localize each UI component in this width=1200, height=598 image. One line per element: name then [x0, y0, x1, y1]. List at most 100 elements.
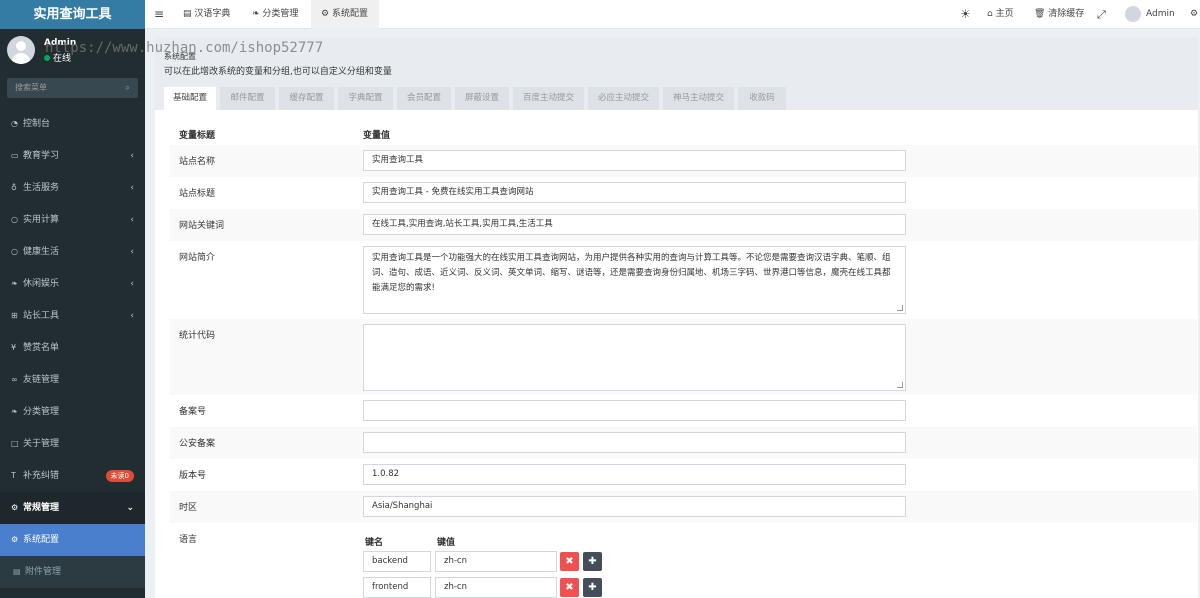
file-icon: ▤ — [13, 567, 21, 576]
tab-block[interactable]: 屏蔽设置 — [455, 87, 509, 110]
app-logo[interactable]: 实用查询工具 — [0, 0, 145, 29]
sidebar-item-label: 站长工具 — [23, 311, 60, 321]
table-row: 网站简介 实用查询工具是一个功能强大的在线实用工具查询网站，为用户提供各种实用的… — [170, 241, 1197, 319]
unread-badge: 未读0 — [105, 470, 134, 482]
search-input[interactable]: 搜索菜单 ⌕ — [7, 78, 138, 98]
circle-icon: ○ — [11, 215, 18, 224]
sidebar-item-general[interactable]: ⚙ 常规管理 ⌄ — [0, 492, 145, 524]
sidebar-item-life-service[interactable]: ♁ 生活服务 ‹ — [0, 172, 145, 204]
row-label: 站点名称 — [179, 157, 216, 167]
avatar — [7, 36, 35, 64]
sidebar-item-corrections[interactable]: T 补充纠错 未读0 — [0, 460, 145, 492]
sidebar-item-webmaster[interactable]: ⊞ 站长工具 ‹ — [0, 300, 145, 332]
sidebar-item-system-config[interactable]: ⚙ 系统配置 — [0, 524, 145, 556]
top-navbar: ≡ ▤ 汉语字典 ❧ 分类管理 ⚙ 系统配置 ☀ ⌂ 主页 🗑 清除缓存 ⤢ A… — [145, 0, 1200, 29]
table-row: 时区 Asia/Shanghai — [170, 491, 1197, 523]
clear-cache-button[interactable]: 🗑 清除缓存 — [1034, 0, 1084, 29]
beian-input[interactable] — [363, 400, 906, 421]
stat-code-textarea[interactable] — [363, 324, 906, 391]
police-beian-input[interactable] — [363, 432, 906, 453]
sidebar-item-label: 教育学习 — [23, 151, 60, 161]
table-row: 版本号 1.0.82 — [170, 459, 1197, 491]
sidebar-item-links[interactable]: ∞ 友链管理 — [0, 364, 145, 396]
tab-label: 汉语字典 — [194, 9, 231, 19]
sidebar-item-calc[interactable]: ○ 实用计算 ‹ — [0, 204, 145, 236]
chevron-left-icon: ‹ — [130, 279, 134, 289]
flask-icon: ♁ — [11, 183, 17, 192]
monitor-icon: ▭ — [11, 151, 19, 160]
sidebar-item-label: 关于管理 — [23, 439, 60, 449]
tab-cache[interactable]: 缓存配置 — [279, 87, 334, 110]
lang-key-input[interactable]: frontend — [363, 577, 431, 598]
table-row: 站点名称 实用查询工具 — [170, 145, 1197, 177]
row-label: 版本号 — [179, 471, 207, 481]
drag-row-button[interactable]: ✚ — [583, 552, 602, 571]
timezone-input[interactable]: Asia/Shanghai — [363, 496, 906, 517]
chevron-down-icon: ⌄ — [126, 503, 134, 513]
sidebar-item-category[interactable]: ❧ 分类管理 — [0, 396, 145, 428]
drag-row-button[interactable]: ✚ — [583, 578, 602, 597]
row-label: 备案号 — [179, 407, 207, 417]
sidebar-item-label: 友链管理 — [23, 375, 60, 385]
keywords-input[interactable]: 在线工具,实用查询,站长工具,实用工具,生活工具 — [363, 214, 906, 235]
watermark: https://www.huzhan.com/ishop52777 — [45, 40, 324, 56]
chevron-left-icon: ‹ — [130, 247, 134, 257]
row-label: 公安备案 — [179, 439, 216, 449]
tab-dict[interactable]: 字典配置 — [338, 87, 393, 110]
settings-icon[interactable]: ⚙ — [1190, 0, 1198, 29]
sidebar-item-label: 赞赏名单 — [23, 343, 60, 353]
column-header-value: 变量值 — [363, 131, 391, 141]
tab-baidu-push[interactable]: 百度主动提交 — [513, 87, 584, 110]
version-input[interactable]: 1.0.82 — [363, 464, 906, 485]
resize-handle-icon[interactable] — [897, 305, 903, 311]
lang-value-input[interactable]: zh-cn — [435, 551, 557, 572]
link-icon: ∞ — [11, 375, 18, 384]
sidebar-item-education[interactable]: ▭ 教育学习 ‹ — [0, 140, 145, 172]
sidebar-item-donors[interactable]: ¥ 赞赏名单 — [0, 332, 145, 364]
lang-value-input[interactable]: zh-cn — [435, 577, 557, 598]
tab-member[interactable]: 会员配置 — [397, 87, 451, 110]
sidebar-item-health[interactable]: ○ 健康生活 ‹ — [0, 236, 145, 268]
sidebar-item-label: 休闲娱乐 — [23, 279, 60, 289]
remove-row-button[interactable]: ✖ — [560, 578, 579, 597]
main-content: 系统配置 可以在此增改系统的变量和分组,也可以自定义分组和变量 基础配置 邮件配… — [145, 29, 1200, 598]
sidebar-item-leisure[interactable]: ❧ 休闲娱乐 ‹ — [0, 268, 145, 300]
tab-basic[interactable]: 基础配置 — [164, 87, 216, 110]
tab-bing-push[interactable]: 必应主动提交 — [588, 87, 659, 110]
resize-handle-icon[interactable] — [897, 382, 903, 388]
gear-icon: ⚙ — [321, 9, 332, 19]
theme-toggle-icon[interactable]: ☀ — [960, 0, 971, 29]
tab-label: 系统配置 — [331, 9, 368, 19]
site-name-input[interactable]: 实用查询工具 — [363, 150, 906, 171]
leaf-icon: ❧ — [252, 9, 263, 19]
table-row: 网站关键词 在线工具,实用查询,站长工具,实用工具,生活工具 — [170, 209, 1197, 241]
menu-toggle-icon[interactable]: ≡ — [154, 0, 164, 29]
home-link[interactable]: ⌂ 主页 — [987, 0, 1014, 29]
sidebar-item-attachments[interactable]: ▤ 附件管理 — [0, 556, 145, 588]
sidebar-item-about[interactable]: □ 关于管理 — [0, 428, 145, 460]
sidebar-item-dashboard[interactable]: ◔ 控制台 — [0, 108, 145, 140]
tab-dictionary[interactable]: ▤ 汉语字典 — [173, 0, 240, 29]
table-row: 站点标题 实用查询工具 - 免费在线实用工具查询网站 — [170, 177, 1197, 209]
lang-key-input[interactable]: backend — [363, 551, 431, 572]
remove-row-button[interactable]: ✖ — [560, 552, 579, 571]
home-icon: ⌂ — [987, 9, 996, 19]
tab-payment-code[interactable]: 收款码 — [738, 87, 786, 110]
config-panel: 系统配置 可以在此增改系统的变量和分组,也可以自定义分组和变量 基础配置 邮件配… — [155, 37, 1198, 598]
site-title-input[interactable]: 实用查询工具 - 免费在线实用工具查询网站 — [363, 182, 906, 203]
user-menu[interactable]: Admin — [1125, 0, 1175, 29]
sidebar-item-label: 补充纠错 — [23, 471, 60, 481]
tab-label: 分类管理 — [262, 9, 299, 19]
tab-system-config[interactable]: ⚙ 系统配置 — [311, 0, 379, 29]
user-menu-label: Admin — [1146, 9, 1175, 19]
column-header-title: 变量标题 — [179, 131, 216, 141]
search-icon[interactable]: ⌕ — [126, 78, 130, 98]
tab-mail[interactable]: 邮件配置 — [220, 87, 275, 110]
tab-shenma-push[interactable]: 神马主动提交 — [663, 87, 734, 110]
intro-text: 实用查询工具是一个功能强大的在线实用工具查询网站，为用户提供各种实用的查询与计算… — [372, 253, 891, 293]
tab-category[interactable]: ❧ 分类管理 — [242, 0, 308, 29]
fullscreen-icon[interactable]: ⤢ — [1097, 0, 1106, 29]
leaf-icon: ❧ — [11, 407, 18, 416]
intro-textarea[interactable]: 实用查询工具是一个功能强大的在线实用工具查询网站，为用户提供各种实用的查询与计算… — [363, 246, 906, 314]
circle-icon: ○ — [11, 247, 18, 256]
